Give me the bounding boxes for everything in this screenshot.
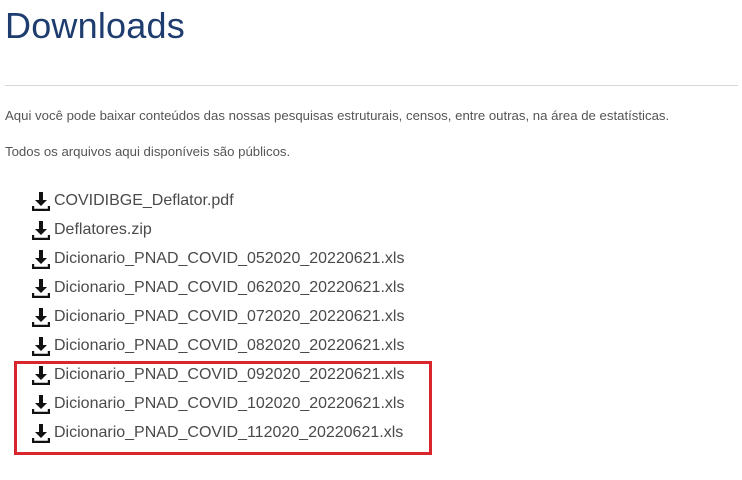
public-note-text: Todos os arquivos aqui disponíveis são p…: [5, 144, 291, 159]
file-link-dicionario-062020[interactable]: Dicionario_PNAD_COVID_062020_20220621.xl…: [32, 273, 404, 302]
file-link-dicionario-072020[interactable]: Dicionario_PNAD_COVID_072020_20220621.xl…: [32, 302, 404, 331]
file-name: Dicionario_PNAD_COVID_092020_20220621.xl…: [54, 365, 405, 383]
file-link-dicionario-092020[interactable]: Dicionario_PNAD_COVID_092020_20220621.xl…: [32, 360, 404, 389]
file-link-dicionario-082020[interactable]: Dicionario_PNAD_COVID_082020_20220621.xl…: [32, 331, 404, 360]
download-icon: [32, 365, 50, 385]
download-icon: [32, 220, 50, 240]
download-icon: [32, 191, 50, 211]
file-link-dicionario-052020[interactable]: Dicionario_PNAD_COVID_052020_20220621.xl…: [32, 244, 404, 273]
download-icon: [32, 249, 50, 269]
file-link-deflatores[interactable]: Deflatores.zip: [32, 215, 404, 244]
file-name: Dicionario_PNAD_COVID_112020_20220621.xl…: [54, 423, 404, 441]
file-link-covidibge-deflator[interactable]: COVIDIBGE_Deflator.pdf: [32, 186, 404, 215]
file-name: Deflatores.zip: [54, 220, 152, 238]
download-icon: [32, 423, 50, 443]
download-file-list: COVIDIBGE_Deflator.pdf Deflatores.zip Di…: [32, 186, 404, 447]
file-name: Dicionario_PNAD_COVID_102020_20220621.xl…: [54, 394, 405, 412]
download-icon: [32, 278, 50, 298]
download-icon: [32, 394, 50, 414]
file-link-dicionario-102020[interactable]: Dicionario_PNAD_COVID_102020_20220621.xl…: [32, 389, 404, 418]
intro-text: Aqui você pode baixar conteúdos das noss…: [5, 108, 670, 123]
file-name: Dicionario_PNAD_COVID_062020_20220621.xl…: [54, 278, 405, 296]
download-icon: [32, 336, 50, 356]
file-name: Dicionario_PNAD_COVID_072020_20220621.xl…: [54, 307, 405, 325]
file-name: Dicionario_PNAD_COVID_082020_20220621.xl…: [54, 336, 405, 354]
file-link-dicionario-112020[interactable]: Dicionario_PNAD_COVID_112020_20220621.xl…: [32, 418, 404, 447]
divider: [5, 85, 738, 86]
file-name: Dicionario_PNAD_COVID_052020_20220621.xl…: [54, 249, 405, 267]
page-title: Downloads: [5, 5, 185, 46]
download-icon: [32, 307, 50, 327]
file-name: COVIDIBGE_Deflator.pdf: [54, 191, 234, 209]
